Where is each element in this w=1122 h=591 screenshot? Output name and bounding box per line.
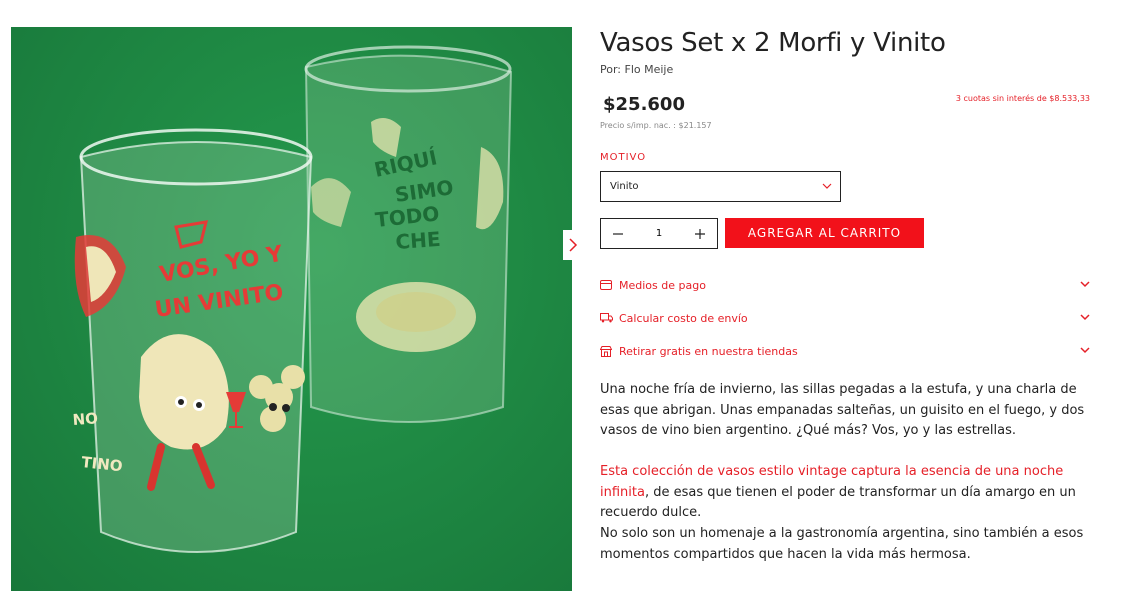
accordion-label: Retirar gratis en nuestra tiendas — [619, 344, 798, 358]
front-glass-text-3: NO — [72, 409, 99, 429]
store-icon — [600, 345, 613, 358]
chevron-down-icon — [1080, 347, 1090, 354]
product-info: Vasos Set x 2 Morfi y Vinito Por: Flo Me… — [600, 0, 1090, 591]
credit-card-icon — [600, 279, 613, 292]
front-glass-text-4: TINO — [81, 453, 124, 475]
description-paragraph-2: Esta colección de vasos estilo vintage c… — [600, 462, 1090, 524]
accordion-payment-methods[interactable]: Medios de pago — [600, 276, 1090, 294]
installments-text: 3 cuotas sin interés de $8.533,33 — [955, 94, 1090, 103]
add-to-cart-button[interactable]: AGREGAR AL CARRITO — [725, 218, 924, 248]
description-paragraph-3: No solo son un homenaje a la gastronomía… — [600, 526, 1084, 562]
accordion-shipping-cost[interactable]: Calcular costo de envío — [600, 309, 1090, 327]
variant-selected-value: Vinito — [610, 181, 639, 192]
back-glass: RIQUÍ SIMO TODO CHE — [304, 45, 513, 423]
quantity-stepper — [600, 218, 718, 249]
chevron-down-icon — [1080, 314, 1090, 321]
back-glass-text-4: CHE — [395, 227, 442, 254]
tax-price: Precio s/imp. nac. : $21.157 — [600, 121, 712, 130]
description-text: , de esas que tienen el poder de transfo… — [600, 484, 1076, 521]
product-title: Vasos Set x 2 Morfi y Vinito — [600, 28, 946, 58]
product-price: $25.600 — [603, 94, 685, 115]
chevron-right-icon — [569, 238, 578, 252]
next-image-button[interactable] — [563, 230, 583, 260]
front-glass: VOS, YO Y UN VINITO NO TINO — [72, 128, 313, 553]
chevron-down-icon — [1080, 281, 1090, 288]
product-image[interactable]: RIQUÍ SIMO TODO CHE VOS, YO Y UN VINITO … — [11, 27, 572, 591]
product-brand: Por: Flo Meije — [600, 63, 674, 76]
variant-label: MOTIVO — [600, 152, 647, 163]
minus-icon — [613, 232, 623, 235]
glasses-illustration: RIQUÍ SIMO TODO CHE VOS, YO Y UN VINITO … — [72, 45, 513, 553]
increase-quantity-button[interactable] — [693, 227, 707, 241]
quantity-input[interactable] — [639, 228, 679, 239]
accordion-label: Medios de pago — [619, 278, 706, 292]
accordion-store-pickup[interactable]: Retirar gratis en nuestra tiendas — [600, 342, 1090, 360]
plus-icon — [695, 228, 705, 239]
truck-icon — [600, 312, 613, 325]
accordion-label: Calcular costo de envío — [619, 311, 748, 325]
variant-select[interactable]: Vinito — [600, 171, 841, 202]
description-paragraph-1: Una noche fría de invierno, las sillas p… — [600, 382, 1085, 438]
decrease-quantity-button[interactable] — [611, 227, 625, 241]
chevron-down-icon — [822, 183, 832, 189]
